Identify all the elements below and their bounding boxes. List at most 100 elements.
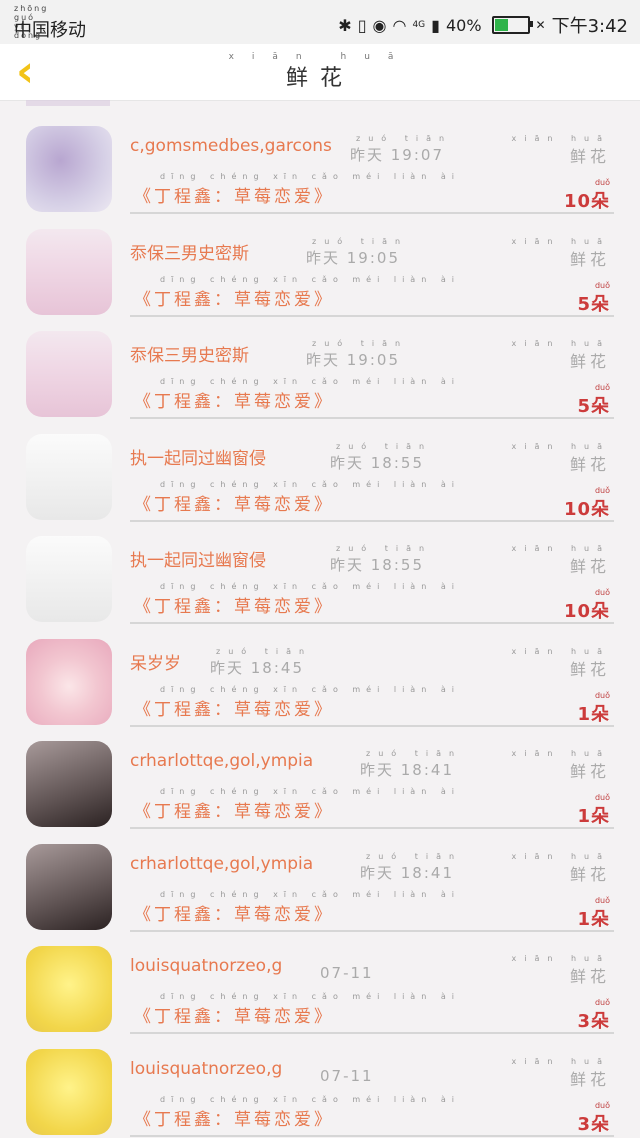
avatar-image [26, 741, 112, 827]
book-title: 《丁程鑫：草莓恋爱》 [134, 494, 334, 515]
list-item[interactable]: crharlottqe,gol,ympia zuó tiān 昨天 18:41 xiā… [0, 721, 640, 829]
gift-type-label: 鲜花 [569, 762, 610, 781]
sender-name: 执一起同过幽窗侵 [130, 551, 266, 571]
avatar[interactable] [26, 126, 112, 212]
avatar-image [26, 331, 112, 417]
gift-type: xiān huā 鲜花 [511, 749, 610, 782]
gift-type-pinyin: xiān huā [511, 441, 610, 451]
avatar[interactable] [26, 228, 112, 315]
avatar[interactable] [26, 741, 112, 827]
time-pinyin: zuó tiān [366, 749, 463, 758]
signal-icon: ▮ [431, 15, 440, 35]
send-time: 昨天 18:55 [330, 453, 424, 472]
list-item[interactable]: c,gomsmedbes,garcons zuó tiān 昨天 19:07 xiān… [0, 106, 640, 214]
status-icons: ✱ ▯ ◉ ◠ 4G ▮ 40% ✕ 下午3:42 [338, 14, 628, 38]
book-title-pinyin: dīng chéng xīn cǎo méi liàn ài [160, 889, 460, 899]
eye-icon: ◉ [372, 15, 387, 35]
quantity-pinyin: duǒ [594, 690, 610, 700]
time-pinyin: zuó tiān [336, 441, 433, 451]
gift-type: xiān huā 鲜花 [511, 134, 610, 167]
quantity-pinyin: duǒ [594, 383, 610, 392]
book-title: 《丁程鑫：草莓恋爱》 [134, 699, 334, 720]
time-pinyin: zuó tiān [356, 134, 453, 143]
avatar[interactable] [26, 843, 112, 930]
avatar-image [26, 536, 112, 622]
quantity-pinyin: duǒ [594, 280, 610, 290]
gift-type-pinyin: xiān huā [511, 134, 610, 143]
network-label: 4G [412, 20, 426, 30]
book-title: 《丁程鑫：草莓恋爱》 [134, 802, 334, 822]
quantity-pinyin: duǒ [594, 793, 610, 802]
battery-icon [491, 16, 533, 34]
time-pinyin: zuó tiān [312, 339, 409, 348]
gift-type-label: 鲜花 [569, 557, 610, 576]
quantity-pinyin: duǒ [594, 998, 610, 1007]
gift-type-label: 鲜花 [569, 249, 610, 269]
gift-type: xiān huā 鲜花 [511, 954, 610, 987]
list-item[interactable]: 呆岁岁 zuó tiān 昨天 18:45 xiān huā 鲜花 dīng chéng … [0, 619, 640, 727]
book-title-pinyin: dīng chéng xīn cǎo méi liàn ài [160, 479, 460, 489]
gift-type-pinyin: xiān huā [511, 954, 610, 963]
avatar-image [26, 946, 112, 1032]
gift-type-pinyin: xiān huā [511, 1056, 610, 1066]
gift-type: xiān huā 鲜花 [511, 544, 610, 577]
avatar[interactable] [26, 433, 112, 520]
sender-name: crharlottqe,gol,ympia [130, 751, 314, 771]
book-title-pinyin: dīng chéng xīn cǎo méi liàn ài [160, 274, 460, 284]
gift-type-label: 鲜花 [569, 967, 610, 986]
status-bar: zhōng guó yí dòng 中国移动 ✱ ▯ ◉ ◠ 4G ▮ 40% … [0, 0, 640, 44]
avatar-image [26, 126, 112, 212]
send-time: 昨天 18:55 [330, 556, 424, 574]
book-title: 《丁程鑫：草莓恋爱》 [134, 187, 334, 207]
time-pinyin: zuó tiān [366, 851, 463, 861]
gift-type: xiān huā 鲜花 [511, 237, 610, 270]
wifi-icon: ◠ [392, 15, 407, 35]
avatar[interactable] [26, 946, 112, 1032]
list-item[interactable]: louisquatnorzeo,g 07-11 xiān huā 鲜花 dīng ché… [0, 926, 640, 1034]
time-pinyin: zuó tiān [216, 646, 313, 656]
page-title-text: 鲜花 [285, 66, 354, 91]
gift-type-pinyin: xiān huā [511, 646, 610, 656]
avatar-image [26, 844, 112, 930]
avatar[interactable] [26, 638, 112, 725]
book-title-pinyin: dīng chéng xīn cǎo méi liàn ài [160, 992, 460, 1001]
time-pinyin: zuó tiān [336, 544, 433, 553]
gift-type-label: 鲜花 [569, 147, 610, 166]
quantity-pinyin: duǒ [594, 895, 610, 905]
status-time: 下午3:42 [551, 16, 628, 37]
send-time: 昨天 19:05 [306, 248, 400, 267]
avatar-image [26, 1049, 112, 1135]
gift-type: xiān huā 鲜花 [511, 852, 610, 885]
gift-type-label: 鲜花 [569, 454, 610, 474]
gift-type-pinyin: xiān huā [511, 339, 610, 348]
send-time: 07-11 [320, 964, 374, 982]
avatar[interactable] [26, 331, 112, 417]
vibrate-icon: ▯ [357, 15, 367, 35]
list-item[interactable]: louisquatnorzeo,g 07-11 xiān huā 鲜花 dīng ché… [0, 1029, 640, 1137]
quantity-pinyin: duǒ [594, 178, 610, 187]
book-title: 《丁程鑫：草莓恋爱》 [134, 1007, 334, 1027]
book-title: 《丁程鑫：草莓恋爱》 [134, 392, 334, 412]
avatar[interactable] [26, 536, 112, 622]
sender-name: louisquatnorzeo,g [130, 1058, 283, 1079]
list-item[interactable]: 忝保三男史密斯 zuó tiān 昨天 19:05 xiān huā 鲜花 dīng ch… [0, 311, 640, 419]
sender-name: 呆岁岁 [130, 653, 181, 674]
carrier-name: 中国移动 [14, 20, 86, 41]
sender-name: c,gomsmedbes,garcons [130, 136, 332, 156]
list-item[interactable]: 执一起同过幽窗侵 zuó tiān 昨天 18:55 xiān huā 鲜花 dīng c… [0, 414, 640, 522]
send-time: 昨天 18:41 [360, 863, 454, 882]
gift-type-pinyin: xiān huā [511, 544, 610, 553]
sender-name: louisquatnorzeo,g [130, 956, 283, 976]
gift-type-label: 鲜花 [569, 864, 610, 884]
sender-name: 忝保三男史密斯 [130, 346, 249, 366]
gift-type: xiān huā 鲜花 [511, 647, 610, 680]
list-item[interactable]: 执一起同过幽窗侵 zuó tiān 昨天 18:55 xiān huā 鲜花 dīng c… [0, 516, 640, 624]
page-title: xiān huā 鲜花 [0, 52, 640, 92]
avatar[interactable] [26, 1048, 112, 1135]
send-time: 昨天 18:41 [360, 761, 454, 779]
list-item[interactable]: crharlottqe,gol,ympia zuó tiān 昨天 18:41 xiā… [0, 824, 640, 932]
quantity-pinyin: duǒ [594, 485, 610, 495]
book-title: 《丁程鑫：草莓恋爱》 [134, 904, 334, 925]
book-title-pinyin: dīng chéng xīn cǎo méi liàn ài [160, 787, 460, 796]
list-item[interactable]: 忝保三男史密斯 zuó tiān 昨天 19:05 xiān huā 鲜花 dīng ch… [0, 209, 640, 317]
